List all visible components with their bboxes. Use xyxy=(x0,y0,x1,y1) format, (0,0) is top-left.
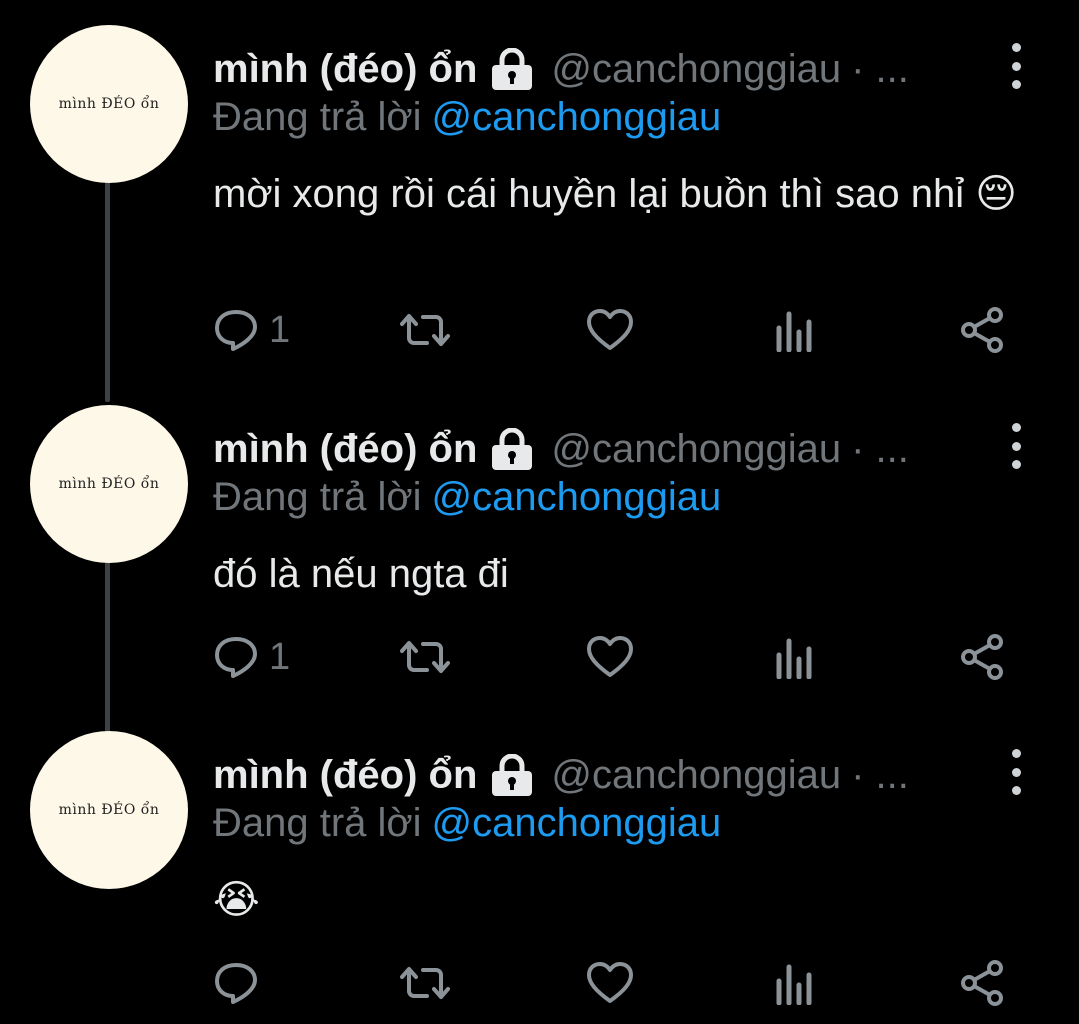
mention-link[interactable]: @canchonggiau xyxy=(432,801,722,845)
analytics-icon xyxy=(775,635,815,679)
avatar[interactable]: mình ĐÉO ổn xyxy=(30,731,188,889)
analytics-icon xyxy=(775,961,815,1005)
more-vertical-icon[interactable] xyxy=(1006,749,1026,795)
replying-to: Đang trả lời @canchonggiau xyxy=(213,801,721,846)
avatar[interactable]: mình ĐÉO ổn xyxy=(30,25,188,183)
replying-to-label: Đang trả lời xyxy=(213,95,422,139)
share-button[interactable] xyxy=(959,627,1005,687)
lock-icon xyxy=(489,48,535,90)
replying-to: Đang trả lời @canchonggiau xyxy=(213,95,721,140)
reply-button[interactable]: 1 xyxy=(213,627,290,687)
share-icon xyxy=(959,306,1005,354)
timestamp-separator: · ... xyxy=(851,46,909,91)
avatar[interactable]: mình ĐÉO ổn xyxy=(30,405,188,563)
share-button[interactable] xyxy=(959,300,1005,360)
avatar-text: mình ĐÉO ổn xyxy=(58,802,160,818)
share-icon xyxy=(959,959,1005,1007)
reply-icon xyxy=(213,635,259,679)
views-button[interactable] xyxy=(775,627,815,687)
more-vertical-icon[interactable] xyxy=(1006,43,1026,89)
user-handle[interactable]: @canchonggiau xyxy=(551,47,841,92)
heart-icon xyxy=(586,635,634,679)
avatar-text: mình ĐÉO ổn xyxy=(58,476,160,492)
tweet-text: đó là nếu ngta đi xyxy=(213,552,509,596)
retweet-icon xyxy=(399,635,451,679)
lock-icon xyxy=(489,754,535,796)
retweet-button[interactable] xyxy=(399,300,451,360)
tweet-header: mình (đéo) ổn @canchonggiau · ... xyxy=(213,419,909,479)
tweet-actions xyxy=(213,953,1023,1013)
retweet-button[interactable] xyxy=(399,627,451,687)
reply-button[interactable]: 1 xyxy=(213,300,290,360)
replying-to-label: Đang trả lời xyxy=(213,475,422,519)
more-vertical-icon[interactable] xyxy=(1006,423,1026,469)
user-handle[interactable]: @canchonggiau xyxy=(551,427,841,472)
reply-button[interactable] xyxy=(213,953,269,1013)
display-name[interactable]: mình (đéo) ổn xyxy=(213,47,477,92)
display-name[interactable]: mình (đéo) ổn xyxy=(213,753,477,798)
user-handle[interactable]: @canchonggiau xyxy=(551,753,841,798)
retweet-icon xyxy=(399,308,451,352)
mention-link[interactable]: @canchonggiau xyxy=(432,95,722,139)
display-name[interactable]: mình (đéo) ổn xyxy=(213,427,477,472)
tweet-actions: 1 xyxy=(213,627,1023,687)
reply-count: 1 xyxy=(269,308,291,351)
reply-icon xyxy=(213,308,259,352)
share-button[interactable] xyxy=(959,953,1005,1013)
heart-icon xyxy=(586,308,634,352)
tweet[interactable]: mình ĐÉO ổn mình (đéo) ổn @canchonggiau … xyxy=(0,731,1079,1024)
tweet-actions: 1 xyxy=(213,300,1023,360)
mention-link[interactable]: @canchonggiau xyxy=(432,475,722,519)
timestamp-separator: · ... xyxy=(851,426,909,471)
retweet-icon xyxy=(399,961,451,1005)
tweet[interactable]: mình ĐÉO ổn mình (đéo) ổn @canchonggiau … xyxy=(0,25,1079,385)
views-button[interactable] xyxy=(775,300,815,360)
replying-to: Đang trả lời @canchonggiau xyxy=(213,475,721,520)
tweet-text: mời xong rồi cái huyền lại buồn thì sao … xyxy=(213,172,1017,216)
lock-icon xyxy=(489,428,535,470)
tweet[interactable]: mình ĐÉO ổn mình (đéo) ổn @canchonggiau … xyxy=(0,405,1079,715)
tweet-text: 😭 xyxy=(213,878,260,922)
avatar-text: mình ĐÉO ổn xyxy=(58,96,160,112)
like-button[interactable] xyxy=(586,627,634,687)
tweet-header: mình (đéo) ổn @canchonggiau · ... xyxy=(213,39,909,99)
analytics-icon xyxy=(775,308,815,352)
like-button[interactable] xyxy=(586,953,634,1013)
thread-view: mình ĐÉO ổn mình (đéo) ổn @canchonggiau … xyxy=(0,0,1079,1024)
share-icon xyxy=(959,633,1005,681)
reply-icon xyxy=(213,961,259,1005)
retweet-button[interactable] xyxy=(399,953,451,1013)
heart-icon xyxy=(586,961,634,1005)
reply-count: 1 xyxy=(269,635,291,678)
views-button[interactable] xyxy=(775,953,815,1013)
timestamp-separator: · ... xyxy=(851,752,909,797)
tweet-header: mình (đéo) ổn @canchonggiau · ... xyxy=(213,745,909,805)
like-button[interactable] xyxy=(586,300,634,360)
replying-to-label: Đang trả lời xyxy=(213,801,422,845)
